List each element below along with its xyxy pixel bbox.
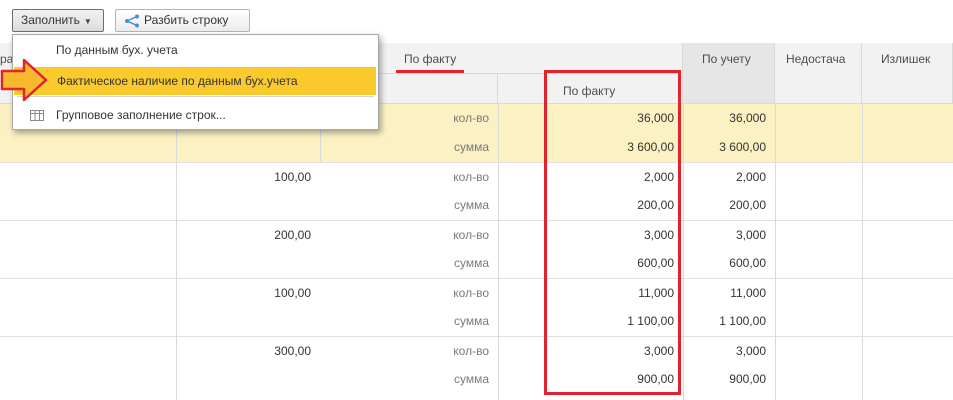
table-body: кол-во 36,000 36,000 сумма 3 600,00 3 600,00 1… (0, 104, 953, 400)
account-cell[interactable]: 3,000 (683, 337, 766, 366)
column-header-shortage[interactable]: Недостача (775, 43, 862, 104)
column-header-surplus[interactable]: Излишек (862, 43, 953, 104)
price-cell[interactable] (176, 249, 311, 278)
kind-cell[interactable]: кол-во (320, 221, 489, 250)
annotation-arrow-icon (0, 58, 48, 102)
table-row[interactable]: сумма 900,00 900,00 (0, 365, 953, 394)
table-grid-icon (30, 110, 44, 121)
account-cell[interactable]: 2,000 (683, 163, 766, 192)
kind-cell[interactable]: сумма (320, 191, 489, 220)
account-cell[interactable]: 36,000 (683, 104, 766, 133)
grid-line (862, 104, 863, 400)
menu-item-group-fill[interactable]: Групповое заполнение строк... (13, 101, 378, 129)
fill-button[interactable]: Заполнить ▼ (12, 9, 104, 32)
grid-line (498, 104, 499, 400)
table-row[interactable]: 200,00 кол-во 3,000 3,000 (0, 220, 953, 249)
grid-line (775, 104, 776, 400)
annotation-box (544, 70, 681, 395)
split-row-button[interactable]: Разбить строку (115, 9, 250, 32)
price-cell[interactable] (176, 191, 311, 220)
annotation-underline (396, 70, 464, 73)
price-cell[interactable]: 100,00 (176, 279, 311, 308)
fill-dropdown-menu: По данным бух. учета Фактическое наличие… (12, 34, 379, 130)
fill-button-label: Заполнить (21, 13, 80, 27)
column-header-shortage-label: Недостача (786, 52, 846, 66)
column-group-header-fact-label: По факту (404, 52, 457, 66)
account-cell[interactable]: 900,00 (683, 365, 766, 394)
grid-line (683, 104, 684, 400)
chevron-down-icon: ▼ (83, 17, 92, 26)
account-cell[interactable]: 600,00 (683, 249, 766, 278)
column-header-by-account-label: По учету (702, 52, 751, 66)
table-row[interactable]: сумма 1 100,00 1 100,00 (0, 307, 953, 336)
menu-item-by-accounting[interactable]: По данным бух. учета (13, 36, 378, 64)
price-cell[interactable] (176, 307, 311, 336)
table-row[interactable]: сумма 3 600,00 3 600,00 (0, 133, 953, 162)
column-header-surplus-label: Излишек (881, 52, 931, 66)
table-row[interactable]: 300,00 кол-во 3,000 3,000 (0, 336, 953, 365)
kind-cell[interactable]: сумма (320, 365, 489, 394)
account-cell[interactable]: 11,000 (683, 279, 766, 308)
price-cell[interactable] (176, 365, 311, 394)
price-cell[interactable]: 200,00 (176, 221, 311, 250)
kind-cell[interactable]: кол-во (320, 279, 489, 308)
menu-item-label: По данным бух. учета (56, 43, 178, 57)
grid-line (176, 104, 177, 400)
kind-cell[interactable]: кол-во (320, 337, 489, 366)
column-header-by-account[interactable]: По учету (683, 43, 775, 104)
table-row[interactable]: 100,00 кол-во 2,000 2,000 (0, 162, 953, 191)
account-cell[interactable]: 200,00 (683, 191, 766, 220)
menu-item-label: Групповое заполнение строк... (56, 108, 226, 122)
price-cell[interactable]: 300,00 (176, 337, 311, 366)
split-icon (125, 14, 139, 28)
menu-separator (17, 96, 374, 97)
kind-cell[interactable]: кол-во (320, 163, 489, 192)
account-cell[interactable]: 3 600,00 (683, 133, 766, 162)
menu-item-label: Фактическое наличие по данным бух.учета (57, 74, 298, 88)
price-cell[interactable] (176, 133, 311, 162)
table-row[interactable]: сумма 200,00 200,00 (0, 191, 953, 220)
account-cell[interactable]: 1 100,00 (683, 307, 766, 336)
account-cell[interactable]: 3,000 (683, 221, 766, 250)
table-row[interactable]: 100,00 кол-во 11,000 11,000 (0, 278, 953, 307)
kind-cell[interactable]: сумма (320, 249, 489, 278)
split-row-button-label: Разбить строку (144, 13, 229, 27)
kind-cell[interactable]: сумма (320, 133, 489, 162)
menu-item-actual-presence[interactable]: Фактическое наличие по данным бух.учета (14, 67, 376, 95)
kind-cell[interactable]: сумма (320, 307, 489, 336)
price-cell[interactable]: 100,00 (176, 163, 311, 192)
table-row[interactable]: сумма 600,00 600,00 (0, 249, 953, 278)
